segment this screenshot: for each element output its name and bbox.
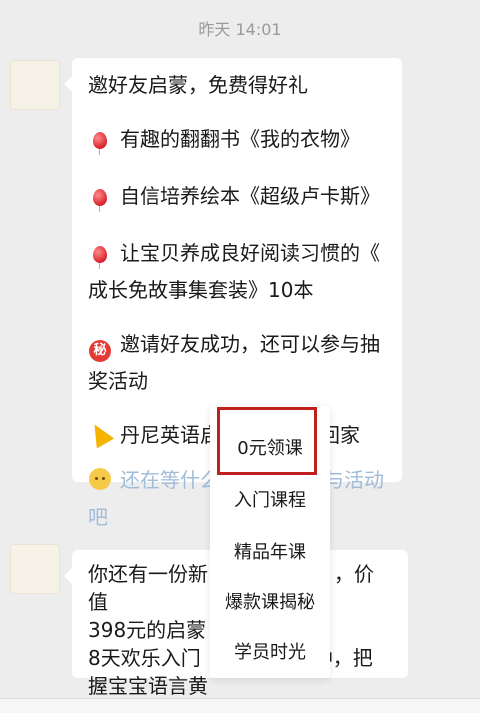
list-item-text: 成长免故事集套装》10本: [88, 278, 314, 302]
list-item-text: 还在等什么: [120, 468, 220, 492]
list-item: 自信培养绘本《超级卢卡斯》: [88, 179, 386, 216]
list-item-text: 与活动: [324, 468, 384, 492]
balloon-icon: [88, 125, 112, 159]
timestamp: 昨天 14:01: [198, 20, 282, 39]
avatar[interactable]: [10, 60, 60, 110]
hug-icon: [88, 466, 112, 500]
menu-item-bestseller-reveal[interactable]: 爆款课揭秘: [210, 588, 330, 614]
list-item: 让宝贝养成良好阅读习惯的《 成长免故事集套装》10本: [88, 236, 386, 307]
highlight-box: [217, 407, 317, 475]
list-item: 秘邀请好友成功，还可以参与抽 奖活动: [88, 327, 386, 398]
secret-icon: 秘: [88, 330, 112, 364]
party-popper-icon: [85, 419, 115, 455]
balloon-icon: [88, 239, 112, 273]
list-item-text: 让宝贝养成良好阅读习惯的《: [120, 241, 380, 265]
avatar[interactable]: [10, 544, 60, 594]
list-item: 有趣的翻翻书《我的衣物》: [88, 122, 386, 159]
balloon-icon: [88, 182, 112, 216]
bottom-bar: [0, 698, 480, 713]
message-title: 邀好友启蒙，免费得好礼: [88, 73, 308, 97]
menu-item-intro-course[interactable]: 入门课程: [210, 486, 330, 512]
list-item-text: 自信培养绘本《超级卢卡斯》: [120, 184, 380, 208]
list-item-text: 吧: [88, 505, 108, 529]
list-item-text: 有趣的翻翻书《我的衣物》: [120, 127, 360, 151]
menu-item-premium-annual[interactable]: 精品年课: [210, 538, 330, 564]
list-item-text: 邀请好友成功，还可以参与抽: [120, 332, 380, 356]
list-item-text: 奖活动: [88, 369, 148, 393]
menu-item-student-time[interactable]: 学员时光: [210, 638, 330, 664]
